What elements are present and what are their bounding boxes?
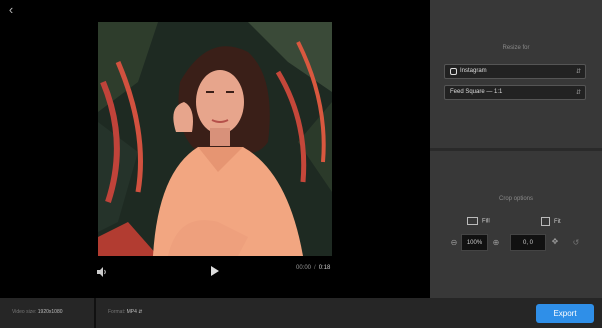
chevron-updown-icon: ⇵: [575, 90, 581, 96]
zoom-out-icon[interactable]: ⊖: [448, 238, 460, 247]
play-icon[interactable]: [208, 264, 220, 276]
format-label: Format:: [108, 309, 126, 315]
zoom-in-icon[interactable]: ⊕: [490, 238, 502, 247]
playback-time: 00:00/0:18: [296, 265, 330, 271]
zoom-field[interactable]: 100%: [461, 234, 488, 251]
format-select-value: Feed Square — 1:1: [450, 89, 503, 95]
bottom-bar: [0, 298, 602, 328]
platform-select-value: Instagram: [460, 68, 487, 74]
fit-label: Fit: [554, 219, 561, 226]
fit-option[interactable]: Fit: [541, 217, 561, 226]
video-size-value: 1920x1080: [37, 309, 63, 315]
volume-icon[interactable]: [96, 265, 108, 277]
format-select[interactable]: Feed Square — 1:1 ⇵: [444, 85, 586, 100]
time-current: 00:00: [296, 265, 312, 271]
panel-divider: [430, 148, 602, 151]
video-size-info: Video size: 1920x1080: [12, 309, 63, 315]
video-preview: [98, 22, 332, 256]
resize-section-title: Resize for: [502, 45, 530, 51]
format-selector[interactable]: Format: MP4 ⇵: [108, 309, 143, 315]
instagram-icon: [450, 68, 457, 75]
reset-icon[interactable]: ↺: [570, 238, 582, 247]
platform-select[interactable]: Instagram ⇵: [444, 64, 586, 79]
position-field[interactable]: 0, 0: [510, 234, 546, 251]
format-value: MP4: [126, 309, 137, 315]
move-icon[interactable]: ✥: [549, 237, 561, 246]
time-total: 0:18: [318, 265, 331, 271]
back-arrow-icon[interactable]: ‹: [4, 3, 18, 17]
fill-option[interactable]: Fill: [467, 217, 490, 225]
fit-icon: [541, 217, 550, 226]
chevron-updown-icon: ⇵: [575, 69, 581, 75]
time-separator: /: [314, 265, 316, 271]
fill-label: Fill: [482, 218, 490, 225]
video-frame-image: [98, 22, 332, 256]
chevron-updown-icon: ⇵: [138, 309, 143, 315]
fill-icon: [467, 217, 478, 225]
video-size-label: Video size:: [12, 309, 37, 315]
export-button[interactable]: Export: [536, 304, 594, 323]
bottom-bar-divider: [94, 298, 96, 328]
crop-section-title: Crop options: [498, 196, 534, 202]
